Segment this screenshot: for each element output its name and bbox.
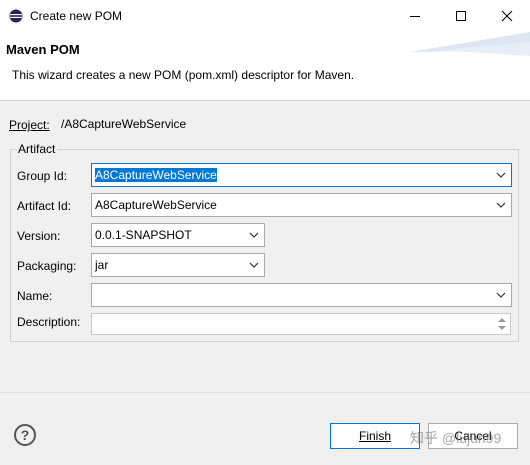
version-value: 0.0.1-SNAPSHOT <box>95 228 192 242</box>
name-combo[interactable] <box>91 283 512 307</box>
help-button[interactable]: ? <box>14 424 36 446</box>
chevron-down-icon[interactable] <box>496 172 506 178</box>
description-textarea[interactable] <box>91 313 511 335</box>
artifact-id-value: A8CaptureWebService <box>95 198 217 212</box>
packaging-combo[interactable]: jar <box>91 253 265 277</box>
window-title: Create new POM <box>30 9 123 23</box>
close-button[interactable] <box>484 0 530 32</box>
project-label: Project: <box>9 118 50 132</box>
finish-button[interactable]: Finish <box>330 423 420 449</box>
packaging-label: Packaging: <box>17 259 77 273</box>
scroll-arrows-icon[interactable] <box>495 315 509 333</box>
artifact-id-combo[interactable]: A8CaptureWebService <box>91 193 512 217</box>
minimize-icon <box>410 16 420 17</box>
version-label: Version: <box>17 229 61 243</box>
button-bar-separator <box>0 392 530 393</box>
finish-label: Finish <box>358 429 391 443</box>
title-bar: Create new POM <box>0 0 530 32</box>
watermark: 知乎 @lujun99 <box>410 430 502 446</box>
group-id-label: Group Id: <box>17 169 68 183</box>
banner-title: Maven POM <box>6 42 80 57</box>
artifact-group-legend: Artifact <box>16 142 58 156</box>
chevron-down-icon[interactable] <box>249 262 259 268</box>
group-id-combo[interactable]: A8CaptureWebService <box>91 163 512 187</box>
wizard-banner: Maven POM This wizard creates a new POM … <box>0 32 530 101</box>
group-id-value: A8CaptureWebService <box>95 168 217 182</box>
banner-description: This wizard creates a new POM (pom.xml) … <box>12 68 355 82</box>
version-combo[interactable]: 0.0.1-SNAPSHOT <box>91 223 265 247</box>
chevron-down-icon[interactable] <box>496 292 506 298</box>
project-field: /A8CaptureWebService <box>59 115 519 135</box>
chevron-down-icon[interactable] <box>249 232 259 238</box>
maximize-button[interactable] <box>438 0 484 32</box>
project-label-text: Project: <box>9 118 50 132</box>
eclipse-icon <box>9 9 23 23</box>
close-icon <box>501 10 513 22</box>
artifact-id-label: Artifact Id: <box>17 199 72 213</box>
maximize-icon <box>456 11 466 21</box>
description-label: Description: <box>17 315 81 329</box>
banner-decoration <box>410 32 530 56</box>
name-label: Name: <box>17 289 53 303</box>
chevron-down-icon[interactable] <box>496 202 506 208</box>
packaging-value: jar <box>95 258 109 272</box>
minimize-button[interactable] <box>392 0 438 32</box>
